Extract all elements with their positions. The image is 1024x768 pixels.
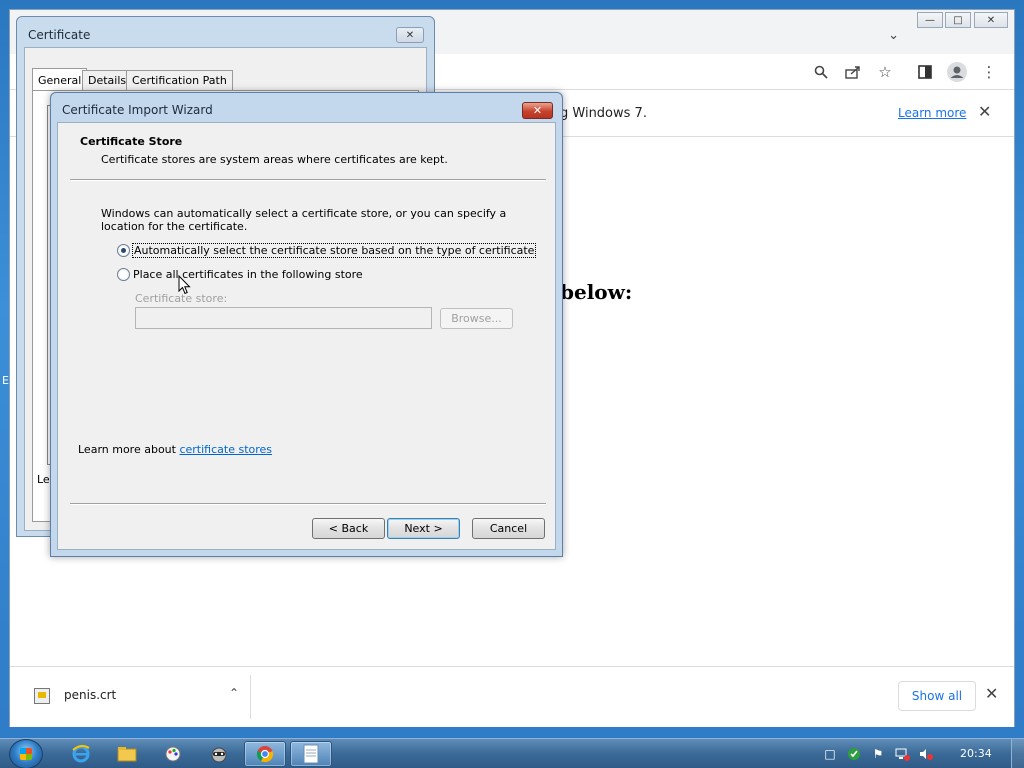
next-button[interactable]: Next > — [387, 518, 460, 539]
internet-explorer-icon[interactable] — [60, 741, 102, 767]
menu-kebab-icon[interactable]: ⋮ — [979, 62, 999, 82]
radio-auto-select[interactable]: Automatically select the certificate sto… — [117, 242, 537, 258]
wizard-step-subheading: Certificate stores are system areas wher… — [101, 153, 448, 166]
wizard-body: Certificate Store Certificate stores are… — [57, 122, 556, 550]
cancel-button[interactable]: Cancel — [472, 518, 545, 539]
certificate-learn-text: Le — [37, 473, 50, 486]
download-filename: penis.crt — [64, 688, 117, 702]
learn-more-text: Learn more about — [78, 443, 180, 456]
search-icon[interactable] — [811, 62, 831, 82]
bookmark-star-icon[interactable]: ☆ — [875, 62, 895, 82]
radio-place-in-store-label[interactable]: Place all certificates in the following … — [133, 268, 363, 281]
tab-general[interactable]: General — [32, 68, 88, 91]
certificate-dialog-close-button[interactable]: ✕ — [396, 27, 424, 43]
taskbar: □ ⚑ 20:34 — [0, 738, 1024, 768]
certificate-dialog-title: Certificate — [28, 28, 91, 42]
tab-details[interactable]: Details — [82, 70, 133, 90]
radio-button-checked[interactable] — [117, 243, 130, 257]
footer-divider — [70, 503, 546, 505]
learn-more-row: Learn more about certificate stores — [78, 443, 272, 456]
cancel-button-label: Cancel — [489, 522, 528, 535]
share-icon[interactable] — [843, 62, 863, 82]
page-heading: below: — [560, 280, 633, 304]
raccoon-app-icon[interactable] — [198, 741, 240, 767]
mouse-pointer-icon — [178, 275, 191, 295]
show-desktop-button[interactable] — [1011, 739, 1024, 768]
document-tray-icon[interactable]: □ — [822, 746, 838, 762]
infobar-close-icon[interactable]: ✕ — [978, 102, 991, 121]
download-bar: penis.crt ⌃ Show all ✕ — [10, 666, 1014, 727]
download-bar-close-icon[interactable]: ✕ — [985, 684, 998, 703]
tab-search-chevron-icon[interactable]: ⌄ — [888, 28, 899, 43]
header-divider — [70, 179, 546, 181]
infobar-message: g Windows 7. — [560, 106, 647, 121]
maximize-button[interactable]: □ — [945, 12, 971, 28]
windows-explorer-icon[interactable] — [106, 741, 148, 767]
back-button-label: < Back — [328, 522, 369, 535]
browse-button: Browse... — [440, 308, 513, 329]
certificate-import-wizard: Certificate Import Wizard ✕ Certificate … — [50, 92, 563, 557]
download-item[interactable]: penis.crt ⌃ — [26, 683, 250, 713]
profile-avatar-icon[interactable] — [947, 62, 967, 82]
start-button[interactable] — [9, 739, 43, 768]
tab-certification-path[interactable]: Certification Path — [126, 70, 233, 90]
notepad-taskbar-icon[interactable] — [290, 741, 332, 767]
network-tray-icon[interactable] — [894, 746, 910, 762]
radio-button[interactable] — [117, 267, 130, 281]
divider — [250, 675, 251, 719]
close-button[interactable]: ✕ — [974, 12, 1008, 28]
minimize-button[interactable]: — — [917, 12, 943, 28]
certificate-file-icon — [34, 688, 50, 704]
action-center-flag-icon[interactable]: ⚑ — [870, 746, 886, 762]
wizard-step-heading: Certificate Store — [80, 135, 183, 148]
side-panel-icon[interactable] — [915, 62, 935, 82]
volume-muted-icon[interactable] — [918, 746, 934, 762]
certificate-store-field — [135, 307, 432, 329]
learn-more-link[interactable]: Learn more — [898, 106, 966, 120]
certificate-stores-link[interactable]: certificate stores — [179, 443, 272, 456]
show-all-button[interactable]: Show all — [898, 681, 976, 711]
radio-place-in-store[interactable]: Place all certificates in the following … — [117, 266, 363, 282]
security-shield-tray-icon[interactable] — [846, 746, 862, 762]
clock[interactable]: 20:34 — [960, 747, 992, 760]
chrome-taskbar-icon[interactable] — [244, 741, 286, 767]
back-button[interactable]: < Back — [312, 518, 385, 539]
next-button-label: Next > — [404, 522, 443, 535]
desktop-edge-text: E — [2, 374, 9, 387]
wizard-close-button[interactable]: ✕ — [522, 102, 553, 119]
wizard-title: Certificate Import Wizard — [62, 103, 213, 117]
paint-icon[interactable] — [152, 741, 194, 767]
chevron-up-icon[interactable]: ⌃ — [229, 686, 239, 700]
radio-auto-select-label[interactable]: Automatically select the certificate sto… — [131, 242, 537, 258]
wizard-description: Windows can automatically select a certi… — [101, 207, 507, 233]
